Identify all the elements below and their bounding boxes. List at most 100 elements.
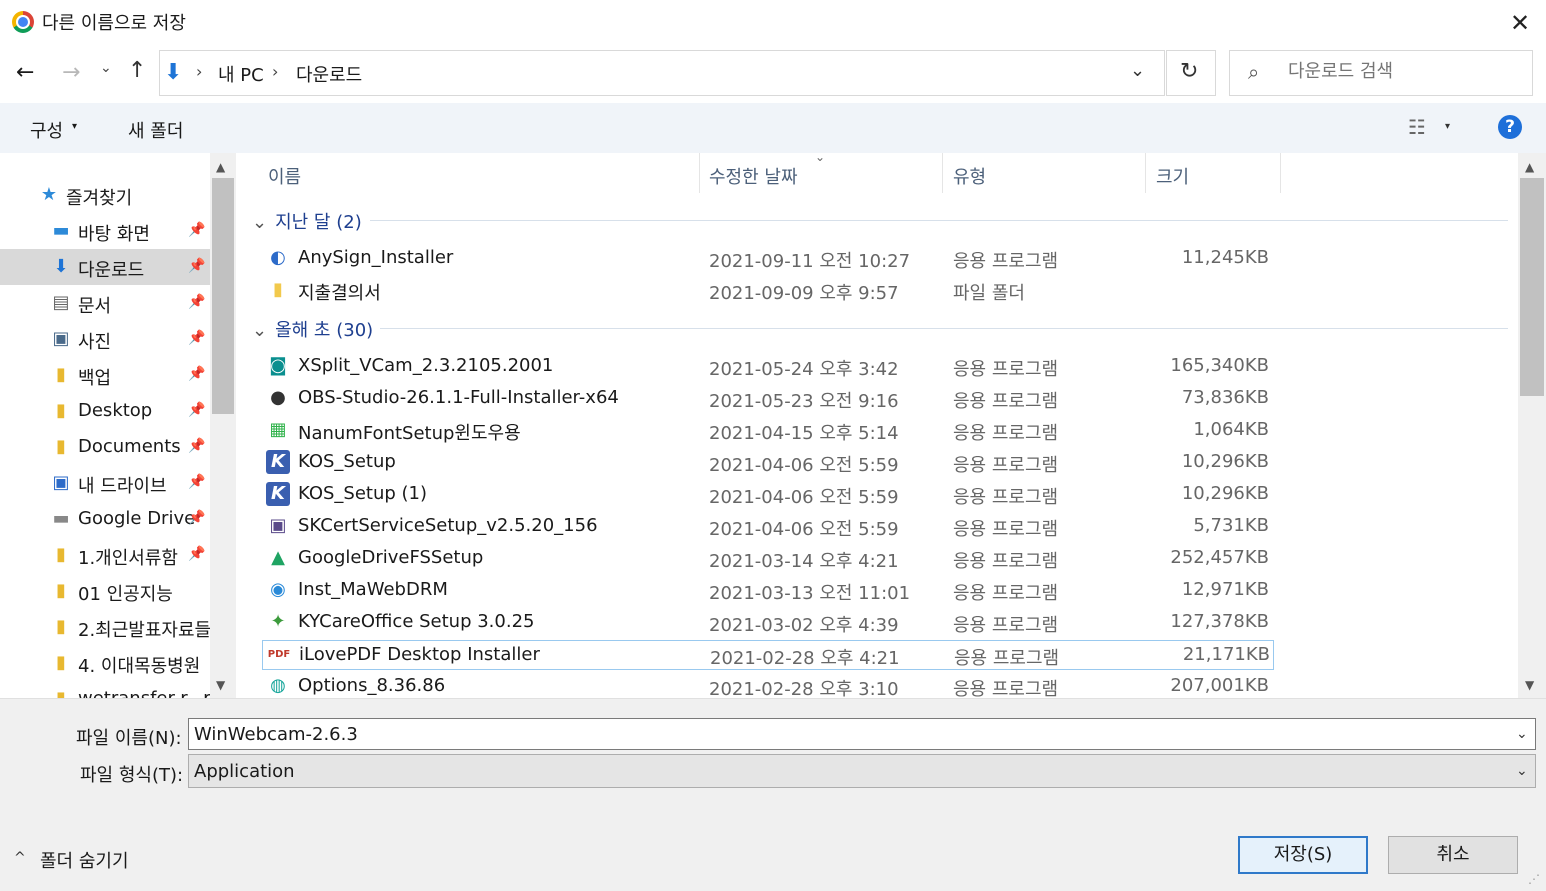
column-header-modified[interactable]: 수정한 날짜 <box>709 163 798 189</box>
recent-locations-button[interactable]: ⌄ <box>100 60 112 76</box>
sidebar-item[interactable]: ▮ 01 인공지능 <box>0 573 210 609</box>
application-icon: ✦ <box>270 611 286 632</box>
hide-folders-button[interactable]: 폴더 숨기기 <box>40 847 129 873</box>
file-size: 21,171KB <box>1182 644 1270 665</box>
sidebar-item[interactable]: ▮ 4. 이대목동병원 <box>0 645 210 681</box>
sidebar-item[interactable]: ▬ 바탕 화면 📌 <box>0 213 210 249</box>
save-button[interactable]: 저장(S) <box>1238 836 1368 874</box>
folder-icon: ▣ <box>52 472 70 493</box>
pin-icon[interactable]: 📌 <box>188 438 205 454</box>
file-row[interactable]: PDF iLovePDF Desktop Installer 2021-02-28 … <box>262 640 1274 670</box>
file-row[interactable]: ◉ Inst_MaWebDRM 2021-03-13 오전 11:01 응용 프로그램… <box>262 576 1274 606</box>
pin-icon[interactable]: 📌 <box>188 474 205 490</box>
help-button[interactable]: ? <box>1498 115 1522 139</box>
file-date: 2021-04-15 오후 5:14 <box>709 423 899 444</box>
filename-label: 파일 이름(N): <box>76 728 182 749</box>
pin-icon[interactable]: 📌 <box>188 546 205 562</box>
new-folder-button[interactable]: 새 폴더 <box>128 117 183 143</box>
sidebar-item[interactable]: ▮ 백업 📌 <box>0 357 210 393</box>
pin-icon[interactable]: 📌 <box>188 402 205 418</box>
close-button[interactable]: ✕ <box>1500 6 1540 40</box>
pin-icon[interactable]: 📌 <box>188 510 205 526</box>
breadcrumb-separator[interactable]: › <box>196 62 202 81</box>
breadcrumb-this-pc[interactable]: 내 PC <box>218 61 264 87</box>
file-date: 2021-03-14 오후 4:21 <box>709 551 899 572</box>
file-type: 응용 프로그램 <box>953 583 1059 604</box>
cancel-button[interactable]: 취소 <box>1388 836 1518 874</box>
scroll-down-icon[interactable]: ▼ <box>216 678 225 692</box>
sidebar-item[interactable]: ▮ Desktop 📌 <box>0 393 210 429</box>
filename-input[interactable] <box>188 718 1536 750</box>
view-options-icon[interactable]: ☷ <box>1408 115 1426 139</box>
breadcrumb-downloads[interactable]: 다운로드 <box>296 61 362 87</box>
file-row[interactable]: K KOS_Setup (1) 2021-04-06 오전 5:59 응용 프로그램 1… <box>262 480 1274 510</box>
pin-icon[interactable]: 📌 <box>188 258 205 274</box>
group-header[interactable]: ⌄ 지난 달 (2) <box>252 208 362 234</box>
filetype-select[interactable] <box>188 754 1536 788</box>
sidebar-item-label: 즐겨찾기 <box>66 188 133 209</box>
chevron-up-icon[interactable]: ^ <box>14 850 26 866</box>
sidebar-item[interactable]: ★ 즐겨찾기 <box>0 177 210 213</box>
filetype-value[interactable]: Application <box>194 761 295 782</box>
column-divider[interactable] <box>699 153 700 193</box>
back-button[interactable]: ← <box>16 60 34 85</box>
breadcrumb-separator[interactable]: › <box>272 62 278 81</box>
organize-button[interactable]: 구성 <box>30 117 63 143</box>
chevron-down-icon[interactable]: ⌄ <box>252 212 267 233</box>
scroll-up-icon[interactable]: ▲ <box>1525 160 1534 174</box>
refresh-icon[interactable]: ↻ <box>1180 59 1198 84</box>
sidebar-item-label: 문서 <box>78 296 112 317</box>
up-button[interactable]: ↑ <box>128 58 146 83</box>
file-row[interactable]: ◙ XSplit_VCam_2.3.2105.2001 2021-05-24 오후 … <box>262 352 1274 382</box>
filetype-dropdown-icon[interactable]: ⌄ <box>1516 763 1528 779</box>
column-divider[interactable] <box>1280 153 1281 193</box>
scroll-down-icon[interactable]: ▼ <box>1525 678 1534 692</box>
column-header-type[interactable]: 유형 <box>953 163 986 189</box>
column-header-size[interactable]: 크기 <box>1156 163 1189 189</box>
chevron-down-icon[interactable]: ⌄ <box>252 320 267 341</box>
sidebar-item[interactable]: ▮ 1.개인서류함 📌 <box>0 537 210 573</box>
file-date: 2021-05-24 오후 3:42 <box>709 359 899 380</box>
pin-icon[interactable]: 📌 <box>188 330 205 346</box>
organize-dropdown-icon[interactable]: ▾ <box>72 121 77 132</box>
file-row[interactable]: ▮ 지출결의서 2021-09-09 오후 9:57 파일 폴더 <box>262 276 1274 306</box>
column-divider[interactable] <box>942 153 943 193</box>
file-row[interactable]: K KOS_Setup 2021-04-06 오전 5:59 응용 프로그램 10,29… <box>262 448 1274 478</box>
group-header[interactable]: ⌄ 올해 초 (30) <box>252 316 373 342</box>
pin-icon[interactable]: 📌 <box>188 222 205 238</box>
address-dropdown-icon[interactable]: ⌄ <box>1130 60 1145 81</box>
file-list-scroll-thumb[interactable] <box>1520 178 1544 396</box>
file-row[interactable]: ● OBS-Studio-26.1.1-Full-Installer-x64 202… <box>262 384 1274 414</box>
resize-grip-icon[interactable]: ⋰ <box>1528 872 1540 886</box>
folder-icon: ▮ <box>56 364 66 385</box>
filename-value[interactable]: WinWebcam-2.6.3 <box>194 724 358 745</box>
sidebar-item[interactable]: ⬇ 다운로드 📌 <box>0 249 210 285</box>
column-header-name[interactable]: 이름 <box>268 163 301 189</box>
file-row[interactable]: ▣ SKCertServiceSetup_v2.5.20_156 2021-04-0… <box>262 512 1274 542</box>
application-icon: K <box>266 450 290 474</box>
sidebar-item[interactable]: ▮ Documents 📌 <box>0 429 210 465</box>
forward-button[interactable]: → <box>62 60 80 85</box>
navigation-scroll-thumb[interactable] <box>212 178 234 414</box>
sidebar-item[interactable]: ▣ 내 드라이브 📌 <box>0 465 210 501</box>
scroll-up-icon[interactable]: ▲ <box>216 160 225 174</box>
search-input[interactable] <box>1288 61 1508 82</box>
sidebar-item[interactable]: ▮ 2.최근발표자료들 <box>0 609 211 645</box>
folder-icon: ▮ <box>50 688 72 698</box>
sidebar-item[interactable]: ▮ wetransfer-r...p <box>0 681 215 698</box>
filename-dropdown-icon[interactable]: ⌄ <box>1516 726 1528 742</box>
file-row[interactable]: ▦ NanumFontSetup윈도우용 2021-04-15 오후 5:14 응용 … <box>262 416 1274 446</box>
column-divider[interactable] <box>1145 153 1146 193</box>
view-dropdown-icon[interactable]: ▾ <box>1445 121 1450 132</box>
sort-indicator-icon: ⌄ <box>815 150 826 164</box>
file-row[interactable]: ✦ KYCareOffice Setup 3.0.25 2021-03-02 오후 … <box>262 608 1274 638</box>
pin-icon[interactable]: 📌 <box>188 294 205 310</box>
sidebar-item[interactable]: ▤ 문서 📌 <box>0 285 210 321</box>
sidebar-item[interactable]: ▬ Google Drive 📌 <box>0 501 210 537</box>
file-row[interactable]: ◐ AnySign_Installer 2021-09-11 오전 10:27 응용 … <box>262 244 1274 274</box>
sidebar-item[interactable]: ▣ 사진 📌 <box>0 321 210 357</box>
pin-icon[interactable]: 📌 <box>188 366 205 382</box>
file-row[interactable]: ▲ GoogleDriveFSSetup 2021-03-14 오후 4:21 응용 … <box>262 544 1274 574</box>
file-row[interactable]: ◍ Options_8.36.86 2021-02-28 오후 3:10 응용 프로그… <box>262 672 1274 702</box>
sidebar-item-label: wetransfer-r...p <box>78 688 215 698</box>
